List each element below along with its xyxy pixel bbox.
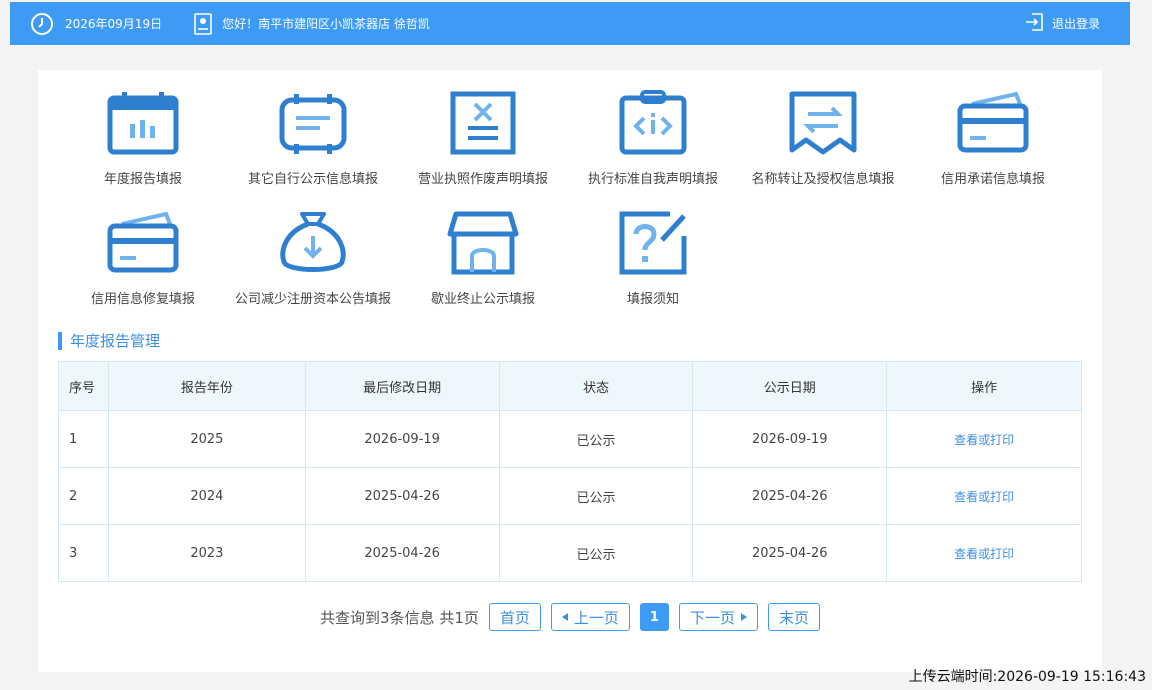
clock-icon (30, 12, 54, 36)
main-panel: 年度报告填报 其它自行公示信息填报 营业执照作废声明填报 执行标准自我声明填报 … (38, 70, 1102, 672)
cell-action: 查看或打印 (886, 524, 1082, 582)
user-card-icon (194, 12, 214, 36)
pagination: 共查询到3条信息 共1页 首页 上一页 1 下一页 末页 (38, 602, 1102, 632)
license-cancel-icon (446, 90, 520, 156)
prev-page-button[interactable]: 上一页 (550, 603, 630, 631)
cell-year: 2025 (107, 410, 306, 468)
column-header-status: 状态 (498, 361, 694, 411)
last-page-label: 末页 (778, 608, 809, 627)
view-print-link[interactable]: 查看或打印 (954, 490, 1014, 504)
cell-index: 3 (58, 524, 109, 582)
tile-standard-declaration[interactable]: 执行标准自我声明填报 (568, 90, 738, 189)
logout-label: 退出登录 (1051, 17, 1100, 31)
triangle-left-icon (561, 613, 568, 621)
page-number-label: 1 (649, 609, 659, 625)
cell-published: 2025-04-26 (692, 467, 888, 525)
cell-modified: 2026-09-19 (304, 410, 500, 468)
column-header-index: 序号 (58, 361, 109, 411)
tile-label: 填报须知 (626, 292, 679, 307)
triangle-right-icon (740, 613, 747, 621)
cell-status: 已公示 (498, 410, 694, 468)
view-print-link[interactable]: 查看或打印 (954, 547, 1014, 561)
clipboard-code-icon (616, 90, 690, 156)
tile-credit-repair[interactable]: 信用信息修复填报 (58, 210, 228, 309)
tile-name-transfer[interactable]: 名称转让及授权信息填报 (738, 90, 908, 189)
top-bar: 2026年09月19日 您好！南平市建阳区小凯茶器店 徐哲凯 退出登录 (10, 2, 1130, 45)
cell-year: 2024 (107, 467, 306, 525)
cell-index: 2 (58, 467, 109, 525)
tile-label: 信用信息修复填报 (90, 292, 195, 307)
tile-closure-disclosure[interactable]: 歇业终止公示填报 (398, 210, 568, 309)
column-header-year: 报告年份 (107, 361, 306, 411)
user-greeting: 您好！南平市建阳区小凯茶器店 徐哲凯 (222, 17, 430, 31)
money-bag-down-icon (276, 210, 350, 276)
credit-card-icon (956, 90, 1030, 156)
view-print-link[interactable]: 查看或打印 (954, 433, 1014, 447)
table-row: 2 2024 2025-04-26 已公示 2025-04-26 查看或打印 (58, 467, 1082, 525)
cell-year: 2023 (107, 524, 306, 582)
tile-label: 公司减少注册资本公告填报 (234, 292, 391, 307)
pagination-info: 共查询到3条信息 共1页 (320, 608, 479, 627)
column-header-action: 操作 (886, 361, 1082, 411)
calendar-chart-icon (106, 90, 180, 156)
column-header-published: 公示日期 (692, 361, 888, 411)
tile-capital-reduction[interactable]: 公司减少注册资本公告填报 (228, 210, 398, 309)
page-number-button[interactable]: 1 (639, 603, 669, 631)
tile-label: 营业执照作废声明填报 (417, 172, 548, 187)
tile-annual-report[interactable]: 年度报告填报 (58, 90, 228, 189)
section-title: 年度报告管理 (58, 332, 160, 350)
cell-status: 已公示 (498, 467, 694, 525)
table-row: 3 2023 2025-04-26 已公示 2025-04-26 查看或打印 (58, 524, 1082, 582)
logout-icon (1024, 12, 1044, 35)
tile-label: 名称转让及授权信息填报 (751, 172, 895, 187)
upload-time: 上传云端时间:2026-09-19 15:16:43 (908, 669, 1146, 685)
first-page-label: 首页 (499, 608, 530, 627)
table-row: 1 2025 2026-09-19 已公示 2026-09-19 查看或打印 (58, 410, 1082, 468)
annual-report-table: 序号 报告年份 最后修改日期 状态 公示日期 操作 1 2025 2026-09… (58, 361, 1082, 582)
cell-action: 查看或打印 (886, 410, 1082, 468)
document-lines-icon (276, 90, 350, 156)
next-page-button[interactable]: 下一页 (678, 603, 758, 631)
current-date: 2026年09月19日 (65, 17, 163, 31)
table-header-row: 序号 报告年份 最后修改日期 状态 公示日期 操作 (58, 361, 1082, 411)
cell-action: 查看或打印 (886, 467, 1082, 525)
prev-page-label: 上一页 (573, 608, 619, 627)
next-page-label: 下一页 (689, 608, 735, 627)
tile-license-cancel[interactable]: 营业执照作废声明填报 (398, 90, 568, 189)
cell-modified: 2025-04-26 (304, 524, 500, 582)
store-icon (446, 210, 520, 276)
tile-label: 其它自行公示信息填报 (247, 172, 378, 187)
tile-label: 年度报告填报 (103, 172, 182, 187)
tile-label: 执行标准自我声明填报 (587, 172, 718, 187)
tile-label: 信用承诺信息填报 (940, 172, 1045, 187)
tile-label: 歇业终止公示填报 (430, 292, 535, 307)
question-edit-icon (616, 210, 690, 276)
cell-published: 2026-09-19 (692, 410, 888, 468)
column-header-modified: 最后修改日期 (304, 361, 500, 411)
cell-published: 2025-04-26 (692, 524, 888, 582)
tile-filing-notice[interactable]: 填报须知 (568, 210, 738, 309)
tile-other-disclosure[interactable]: 其它自行公示信息填报 (228, 90, 398, 189)
last-page-button[interactable]: 末页 (767, 603, 820, 631)
credit-card-repair-icon (106, 210, 180, 276)
cell-index: 1 (58, 410, 109, 468)
logout-button[interactable]: 退出登录 (1024, 2, 1100, 45)
tile-credit-commitment[interactable]: 信用承诺信息填报 (908, 90, 1078, 189)
cell-status: 已公示 (498, 524, 694, 582)
first-page-button[interactable]: 首页 (488, 603, 541, 631)
transfer-arrows-icon (786, 90, 860, 156)
cell-modified: 2025-04-26 (304, 467, 500, 525)
